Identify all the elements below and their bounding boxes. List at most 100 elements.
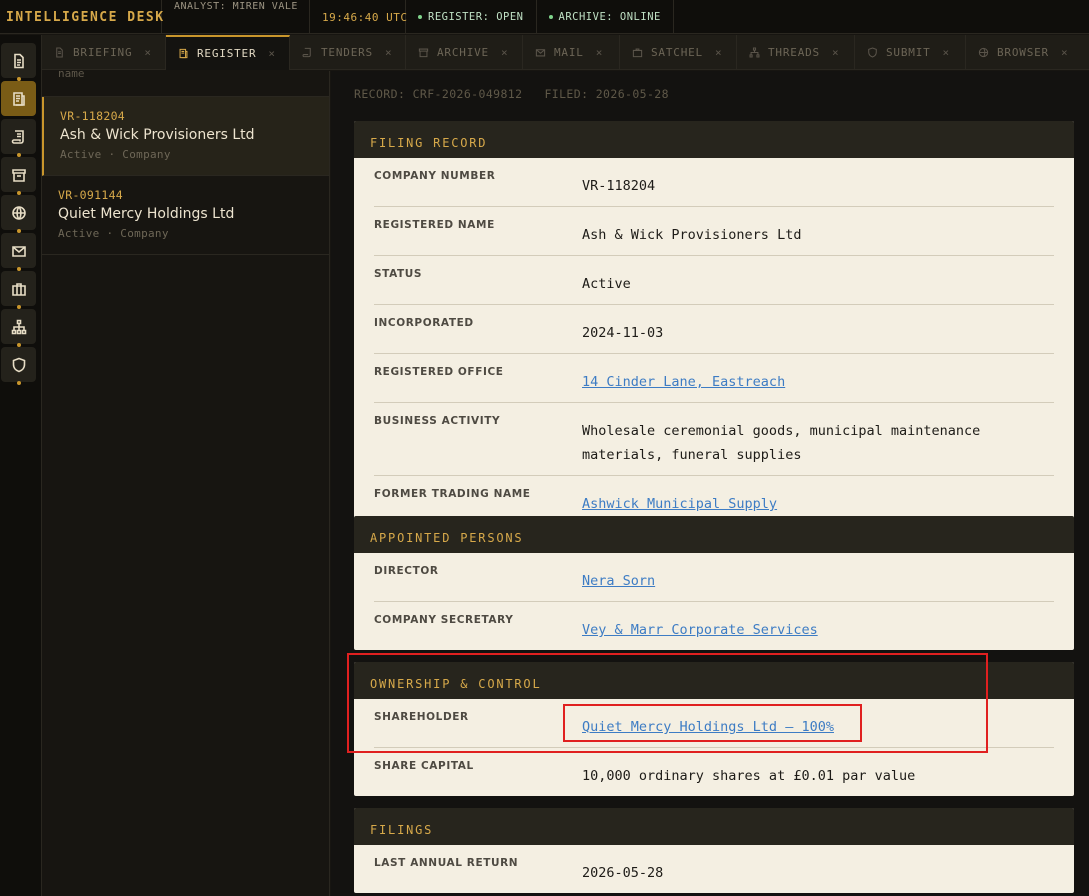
list-item[interactable]: VR-091144 Quiet Mercy Holdings Ltd Activ… bbox=[42, 176, 329, 255]
list-item-id: VR-118204 bbox=[60, 109, 126, 123]
field-label: COMPANY SECRETARY bbox=[374, 614, 514, 626]
list-item-id: VR-091144 bbox=[58, 188, 124, 202]
rail-threads-button[interactable] bbox=[1, 309, 36, 347]
tab-submit[interactable]: SUBMIT × bbox=[855, 35, 966, 70]
field-label: BUSINESS ACTIVITY bbox=[374, 415, 501, 427]
filings-card: FILINGS LAST ANNUAL RETURN 2026-05-28 bbox=[354, 808, 1074, 893]
register-icon bbox=[12, 91, 25, 106]
briefcase-icon bbox=[11, 282, 26, 296]
document-icon bbox=[13, 53, 24, 68]
close-icon[interactable]: × bbox=[144, 46, 151, 59]
list-item[interactable]: VR-118204 Ash & Wick Provisioners Ltd Ac… bbox=[42, 97, 329, 176]
register-icon bbox=[179, 48, 188, 59]
rail-register-button[interactable] bbox=[1, 81, 36, 116]
rail-satchel-button[interactable] bbox=[1, 271, 36, 309]
tab-tenders[interactable]: TENDERS × bbox=[290, 35, 406, 70]
tab-mail[interactable]: MAIL × bbox=[523, 35, 620, 70]
field-row: STATUS Active bbox=[374, 256, 1054, 305]
close-icon[interactable]: × bbox=[501, 46, 508, 59]
shareholder-link[interactable]: Quiet Mercy Holdings Ltd — 100% bbox=[582, 699, 1054, 747]
record-detail: RECORD: CRF-2026-049812 FILED: 2026-05-28… bbox=[331, 71, 1089, 896]
field-label: REGISTERED NAME bbox=[374, 219, 495, 231]
field-row: REGISTERED NAME Ash & Wick Provisioners L… bbox=[374, 207, 1054, 256]
field-value: 2024-11-03 bbox=[582, 325, 664, 341]
clock: 19:46:40 UTC bbox=[310, 0, 407, 34]
card-title: FILING RECORD bbox=[354, 121, 1074, 158]
filing-record-card: FILING RECORD COMPANY NUMBER VR-118204 RE… bbox=[354, 121, 1074, 524]
field-row: BUSINESS ACTIVITY Wholesale ceremonial go… bbox=[374, 403, 1054, 476]
network-icon bbox=[11, 319, 26, 334]
archive-icon bbox=[11, 168, 26, 182]
tab-archive[interactable]: ARCHIVE × bbox=[406, 35, 523, 70]
mail-icon bbox=[535, 49, 546, 57]
rail-submit-button[interactable] bbox=[1, 347, 36, 385]
rail-browser-button[interactable] bbox=[1, 195, 36, 233]
director-link[interactable]: Nera Sorn bbox=[582, 553, 1054, 601]
field-row: REGISTERED OFFICE 14 Cinder Lane, Eastrea… bbox=[374, 354, 1054, 403]
field-row: INCORPORATED 2024-11-03 bbox=[374, 305, 1054, 354]
field-label: STATUS bbox=[374, 268, 423, 280]
tab-threads[interactable]: THREADS × bbox=[737, 35, 855, 70]
close-icon[interactable]: × bbox=[268, 47, 275, 60]
rail-archive-button[interactable] bbox=[1, 157, 36, 195]
register-list: name VR-118204 Ash & Wick Provisioners L… bbox=[42, 67, 330, 896]
register-status: REGISTER: OPEN bbox=[406, 0, 537, 34]
analyst-label: ANALYST: MIREN VALE bbox=[162, 0, 310, 34]
status-dot-icon bbox=[418, 15, 422, 19]
rail-mail-button[interactable] bbox=[1, 233, 36, 271]
field-label: COMPANY NUMBER bbox=[374, 170, 496, 182]
list-item-name: Quiet Mercy Holdings Ltd bbox=[58, 206, 235, 222]
globe-icon bbox=[978, 47, 989, 58]
field-label: LAST ANNUAL RETURN bbox=[374, 857, 519, 869]
close-icon[interactable]: × bbox=[596, 46, 603, 59]
status-dot-icon bbox=[548, 15, 553, 19]
shield-icon bbox=[12, 357, 25, 372]
list-item-meta: Active · Company bbox=[58, 227, 169, 240]
registered-office-link[interactable]: 14 Cinder Lane, Eastreach bbox=[582, 354, 1054, 402]
field-value: Wholesale ceremonial goods, municipal ma… bbox=[582, 423, 981, 463]
card-title: APPOINTED PERSONS bbox=[354, 516, 1074, 553]
globe-icon bbox=[11, 205, 26, 220]
card-title: OWNERSHIP & CONTROL bbox=[354, 662, 1074, 699]
close-icon[interactable]: × bbox=[715, 46, 722, 59]
field-row: SHAREHOLDER Quiet Mercy Holdings Ltd — 10… bbox=[374, 699, 1054, 748]
network-icon bbox=[749, 47, 760, 58]
field-row: COMPANY SECRETARY Vey & Marr Corporate Se… bbox=[374, 602, 1054, 650]
appointed-persons-card: APPOINTED PERSONS DIRECTOR Nera Sorn COMP… bbox=[354, 516, 1074, 650]
archive-icon bbox=[418, 48, 429, 58]
tab-briefing[interactable]: BRIEFING × bbox=[42, 35, 166, 70]
top-bar: INTELLIGENCE DESK ANALYST: MIREN VALE 19… bbox=[0, 0, 1089, 34]
archive-status: ARCHIVE: ONLINE bbox=[537, 0, 674, 34]
list-header: name bbox=[42, 67, 329, 97]
field-label: REGISTERED OFFICE bbox=[374, 366, 504, 378]
list-item-meta: Active · Company bbox=[60, 148, 171, 161]
field-row: SHARE CAPITAL 10,000 ordinary shares at £… bbox=[374, 748, 1054, 796]
field-value: 10,000 ordinary shares at £0.01 par valu… bbox=[582, 768, 916, 784]
close-icon[interactable]: × bbox=[385, 46, 392, 59]
field-label: SHAREHOLDER bbox=[374, 711, 469, 723]
scroll-icon bbox=[11, 129, 24, 144]
rail-briefing-button[interactable] bbox=[1, 43, 36, 81]
left-rail bbox=[0, 35, 42, 896]
field-label: DIRECTOR bbox=[374, 565, 439, 577]
close-icon[interactable]: × bbox=[832, 46, 839, 59]
company-secretary-link[interactable]: Vey & Marr Corporate Services bbox=[582, 602, 1054, 650]
tab-register[interactable]: REGISTER × bbox=[166, 35, 290, 70]
card-title: FILINGS bbox=[354, 808, 1074, 845]
mail-icon bbox=[11, 245, 26, 257]
app-title: INTELLIGENCE DESK bbox=[0, 0, 163, 34]
filed-date: FILED: 2026-05-28 bbox=[544, 87, 669, 101]
field-value: 2026-05-28 bbox=[582, 865, 664, 881]
field-value: VR-118204 bbox=[582, 178, 656, 194]
document-icon bbox=[56, 47, 63, 58]
rail-tenders-button[interactable] bbox=[1, 119, 36, 157]
close-icon[interactable]: × bbox=[1061, 46, 1068, 59]
close-icon[interactable]: × bbox=[943, 46, 950, 59]
list-item-name: Ash & Wick Provisioners Ltd bbox=[60, 127, 255, 143]
field-row: LAST ANNUAL RETURN 2026-05-28 bbox=[374, 845, 1054, 893]
scroll-icon bbox=[302, 47, 311, 58]
tab-satchel[interactable]: SATCHEL × bbox=[620, 35, 737, 70]
shield-icon bbox=[868, 47, 877, 58]
record-number: RECORD: CRF-2026-049812 bbox=[354, 87, 523, 101]
tab-browser[interactable]: BROWSER × bbox=[966, 35, 1089, 70]
